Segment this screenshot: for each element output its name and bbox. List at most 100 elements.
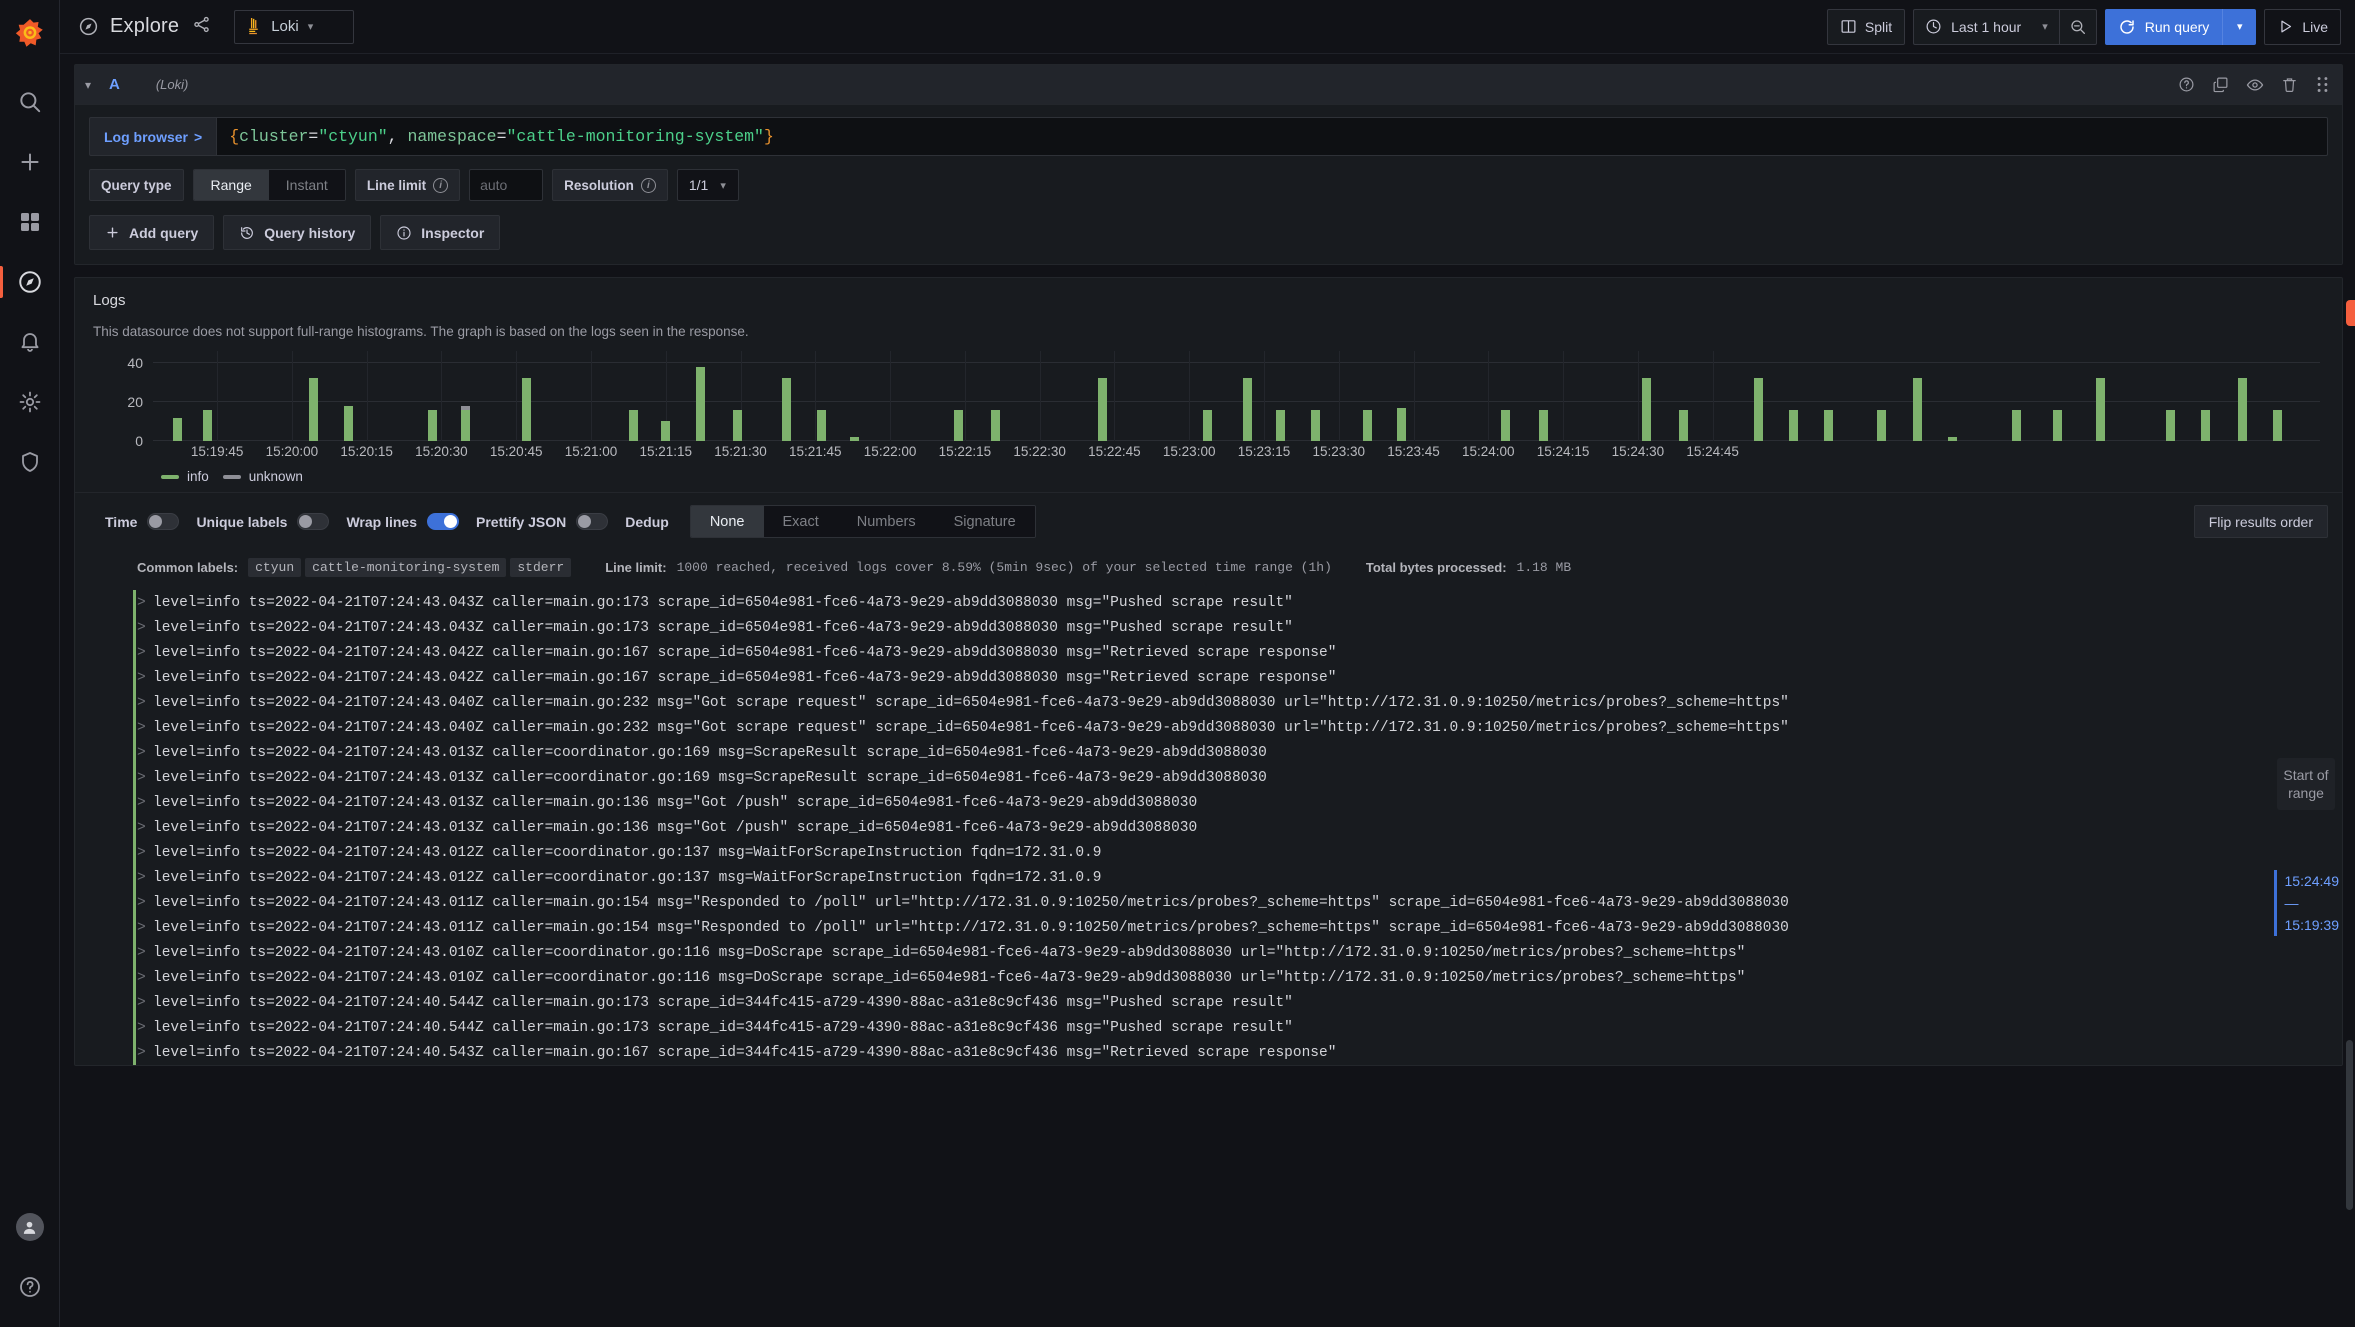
expand-log-icon[interactable]: > xyxy=(137,943,153,963)
log-row[interactable]: > level=info ts=2022-04-21T07:24:40.544Z … xyxy=(75,990,2342,1015)
expand-log-icon[interactable]: > xyxy=(137,1018,153,1038)
log-row[interactable]: > level=info ts=2022-04-21T07:24:43.012Z … xyxy=(75,840,2342,865)
chart-bar[interactable] xyxy=(781,378,791,441)
logs-histogram-chart[interactable]: 0 20 40 15:19:45 15:20:00 15:20:15 15:20:30 15… xyxy=(75,351,2342,463)
legend-item-info[interactable]: info xyxy=(161,469,209,484)
log-row[interactable]: > level=info ts=2022-04-21T07:24:43.013Z … xyxy=(75,815,2342,840)
chart-bar[interactable] xyxy=(427,409,437,441)
chart-bar[interactable] xyxy=(172,417,182,441)
chevron-down-icon[interactable]: ▾ xyxy=(85,78,103,92)
log-row[interactable]: > level=info ts=2022-04-21T07:24:43.012Z … xyxy=(75,865,2342,890)
chart-bar[interactable] xyxy=(2011,409,2021,441)
info-icon[interactable]: i xyxy=(433,177,449,193)
chart-bar[interactable] xyxy=(2052,409,2062,441)
chart-bar[interactable] xyxy=(1753,378,1763,441)
datasource-picker[interactable]: Loki ▾ xyxy=(234,9,355,44)
chart-bar[interactable] xyxy=(696,366,706,441)
expand-log-icon[interactable]: > xyxy=(137,793,153,813)
expand-log-icon[interactable]: > xyxy=(137,768,153,788)
chart-bar[interactable] xyxy=(990,409,1000,441)
expand-log-icon[interactable]: > xyxy=(137,668,153,688)
chart-bar[interactable] xyxy=(1396,407,1406,441)
expand-log-icon[interactable]: > xyxy=(137,693,153,713)
chart-bar[interactable] xyxy=(2272,409,2282,441)
chart-bar[interactable] xyxy=(1242,378,1252,441)
expand-log-icon[interactable]: > xyxy=(137,818,153,838)
chart-bar[interactable] xyxy=(2095,378,2105,441)
chart-bar[interactable] xyxy=(954,409,964,441)
chart-bar[interactable] xyxy=(203,409,213,441)
log-row[interactable]: > level=info ts=2022-04-21T07:24:43.042Z … xyxy=(75,640,2342,665)
zoom-out-button[interactable] xyxy=(2058,8,2097,45)
query-type-option-instant[interactable]: Instant xyxy=(268,170,345,200)
log-row[interactable]: > level=info ts=2022-04-21T07:24:43.013Z … xyxy=(75,765,2342,790)
chart-bar[interactable] xyxy=(732,409,742,441)
expand-log-icon[interactable]: > xyxy=(137,593,153,613)
expand-log-icon[interactable]: > xyxy=(137,843,153,863)
chart-bar[interactable] xyxy=(2165,409,2175,441)
log-row[interactable]: > level=info ts=2022-04-21T07:24:43.010Z … xyxy=(75,965,2342,990)
log-row[interactable]: > level=info ts=2022-04-21T07:24:43.040Z … xyxy=(75,690,2342,715)
chart-bar[interactable] xyxy=(1912,378,1922,441)
chart-bar[interactable] xyxy=(461,405,471,441)
sidebar-item-search[interactable] xyxy=(0,72,60,132)
sidebar-item-help[interactable] xyxy=(0,1257,60,1317)
chart-bar[interactable] xyxy=(629,409,639,441)
log-row[interactable]: > level=info ts=2022-04-21T07:24:40.543Z … xyxy=(75,1040,2342,1065)
prettify-json-toggle-item[interactable]: Prettify JSON xyxy=(476,513,609,530)
chart-bar[interactable] xyxy=(522,378,532,441)
wrap-lines-toggle-item[interactable]: Wrap lines xyxy=(346,513,460,530)
chart-bar[interactable] xyxy=(1363,409,1373,441)
flip-results-order-button[interactable]: Flip results order xyxy=(2193,505,2328,538)
chart-plot-area[interactable]: 0 20 40 xyxy=(127,351,2320,449)
chart-bar[interactable] xyxy=(1679,409,1689,441)
split-button[interactable]: Split xyxy=(1826,8,1906,45)
duplicate-query-icon[interactable] xyxy=(2212,76,2229,93)
log-row[interactable]: > level=info ts=2022-04-21T07:24:43.010Z … xyxy=(75,940,2342,965)
chart-bar[interactable] xyxy=(343,405,353,441)
log-browser-button[interactable]: Log browser > xyxy=(89,117,217,156)
line-limit-input[interactable]: auto xyxy=(469,169,544,201)
log-row[interactable]: > level=info ts=2022-04-21T07:24:43.040Z … xyxy=(75,715,2342,740)
chart-bar[interactable] xyxy=(308,378,318,441)
dedup-option-numbers[interactable]: Numbers xyxy=(837,506,935,537)
unique-labels-toggle-item[interactable]: Unique labels xyxy=(196,513,330,530)
unique-labels-toggle[interactable] xyxy=(297,513,330,530)
run-query-button[interactable]: Run query xyxy=(2104,8,2223,45)
expand-log-icon[interactable]: > xyxy=(137,618,153,638)
chart-bar[interactable] xyxy=(1877,409,1887,441)
expand-log-icon[interactable]: > xyxy=(137,968,153,988)
log-row[interactable]: > level=info ts=2022-04-21T07:24:43.043Z … xyxy=(75,615,2342,640)
dedup-option-signature[interactable]: Signature xyxy=(934,506,1035,537)
time-range-picker[interactable]: Last 1 hour ▾ xyxy=(1913,8,2059,45)
log-row[interactable]: > level=info ts=2022-04-21T07:24:43.011Z … xyxy=(75,915,2342,940)
sidebar-item-server-admin[interactable] xyxy=(0,432,60,492)
log-row[interactable]: > level=info ts=2022-04-21T07:24:40.544Z … xyxy=(75,1015,2342,1040)
share-icon[interactable] xyxy=(192,15,211,39)
expand-log-icon[interactable]: > xyxy=(137,868,153,888)
chart-bar[interactable] xyxy=(1311,409,1321,441)
chart-bar[interactable] xyxy=(2200,409,2210,441)
chart-bar[interactable] xyxy=(1276,409,1286,441)
sidebar-item-dashboards[interactable] xyxy=(0,192,60,252)
chart-bar[interactable] xyxy=(1538,409,1548,441)
chart-bar[interactable] xyxy=(1097,378,1107,441)
query-history-button[interactable]: Query history xyxy=(223,215,372,250)
chart-bar[interactable] xyxy=(1788,409,1798,441)
info-icon[interactable]: i xyxy=(640,177,656,193)
expand-log-icon[interactable]: > xyxy=(137,893,153,913)
dedup-option-none[interactable]: None xyxy=(690,506,764,537)
wrap-lines-toggle[interactable] xyxy=(427,513,460,530)
live-tail-button[interactable]: Live xyxy=(2264,8,2341,45)
help-icon[interactable] xyxy=(2178,76,2195,93)
remove-query-icon[interactable] xyxy=(2281,76,2298,93)
sidebar-item-configuration[interactable] xyxy=(0,372,60,432)
logql-query-input[interactable]: {cluster="ctyun", namespace="cattle-moni… xyxy=(216,117,2328,156)
sidebar-item-explore[interactable] xyxy=(0,252,60,312)
expand-log-icon[interactable]: > xyxy=(137,918,153,938)
logs-scrollbar[interactable] xyxy=(2346,1040,2353,1210)
common-label-chip[interactable]: stderr xyxy=(510,558,572,577)
log-row[interactable]: > level=info ts=2022-04-21T07:24:43.013Z … xyxy=(75,790,2342,815)
expand-log-icon[interactable]: > xyxy=(137,643,153,663)
dedup-option-exact[interactable]: Exact xyxy=(763,506,838,537)
